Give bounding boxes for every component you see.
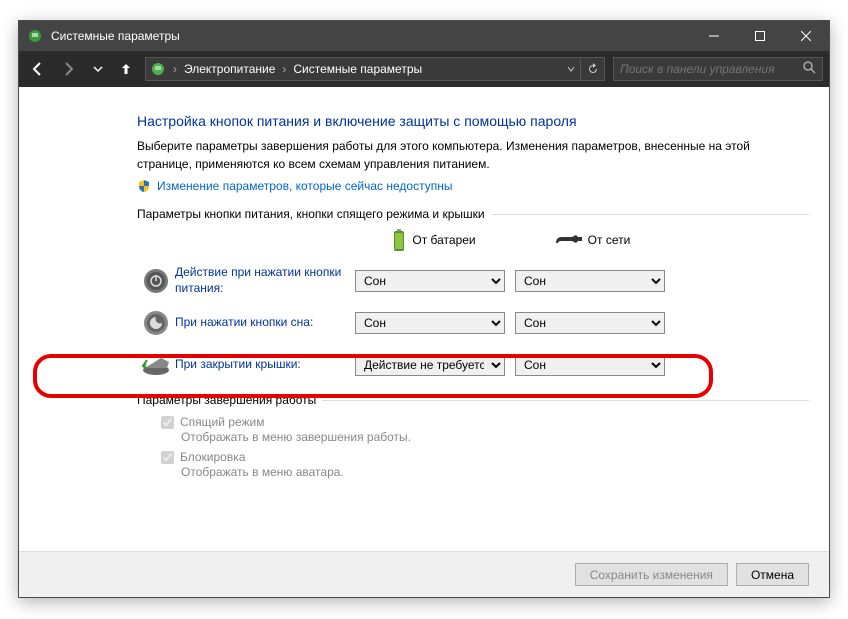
- maximize-button[interactable]: [737, 21, 783, 51]
- power-button-ac-select[interactable]: Сон: [515, 270, 665, 292]
- lid-battery-select[interactable]: Действие не требуется: [355, 354, 505, 376]
- window-title: Системные параметры: [51, 29, 691, 43]
- sleep-button-row: При нажатии кнопки сна: Сон Сон: [137, 303, 809, 343]
- page-title: Настройка кнопок питания и включение защ…: [137, 113, 809, 129]
- cancel-button[interactable]: Отмена: [736, 563, 809, 586]
- power-plan-icon: [150, 61, 166, 77]
- lock-checkbox-label: Блокировка: [180, 450, 245, 464]
- footer: Сохранить изменения Отмена: [19, 551, 829, 597]
- lid-close-row: При закрытии крышки: Действие не требует…: [137, 345, 809, 385]
- admin-settings-link[interactable]: Изменение параметров, которые сейчас нед…: [157, 179, 453, 193]
- breadcrumb: › Электропитание › Системные параметры: [170, 62, 426, 76]
- power-button-row: Действие при нажатии кнопки питания: Сон…: [137, 261, 809, 301]
- refresh-button[interactable]: [580, 58, 604, 80]
- save-button[interactable]: Сохранить изменения: [575, 563, 728, 586]
- sleep-button-icon: [137, 310, 175, 336]
- lock-checkbox-row: Блокировка: [161, 450, 809, 464]
- power-button-icon: [137, 268, 175, 294]
- nav-toolbar: › Электропитание › Системные параметры: [19, 51, 829, 87]
- breadcrumb-item[interactable]: Системные параметры: [289, 62, 426, 76]
- titlebar: Системные параметры: [19, 21, 829, 51]
- section-header: Параметры завершения работы: [137, 393, 809, 407]
- lid-close-icon: [137, 354, 175, 376]
- forward-button[interactable]: [55, 56, 81, 82]
- lock-checkbox: [161, 451, 174, 464]
- sleep-checkbox-row: Спящий режим: [161, 415, 809, 429]
- row-label: При нажатии кнопки сна:: [175, 315, 355, 331]
- system-settings-window: Системные параметры › Электропитание › С…: [18, 20, 830, 598]
- breadcrumb-item[interactable]: Электропитание: [180, 62, 279, 76]
- back-button[interactable]: [25, 56, 51, 82]
- recent-dropdown[interactable]: [85, 56, 111, 82]
- row-label: При закрытии крышки:: [175, 357, 355, 373]
- close-button[interactable]: [783, 21, 829, 51]
- plugged-in-label: От сети: [588, 233, 631, 247]
- chevron-right-icon: ›: [279, 62, 289, 76]
- power-options-icon: [27, 28, 43, 44]
- address-bar[interactable]: › Электропитание › Системные параметры: [145, 57, 605, 81]
- sleep-checkbox-description: Отображать в меню завершения работы.: [181, 430, 809, 444]
- admin-link-row: Изменение параметров, которые сейчас нед…: [137, 179, 809, 193]
- shield-icon: [137, 179, 151, 193]
- battery-icon: [392, 229, 406, 251]
- up-button[interactable]: [115, 56, 137, 82]
- minimize-button[interactable]: [691, 21, 737, 51]
- search-icon: [803, 61, 816, 77]
- column-headers: От батареи От сети: [137, 229, 809, 251]
- sleep-button-battery-select[interactable]: Сон: [355, 312, 505, 334]
- sleep-checkbox-label: Спящий режим: [180, 415, 264, 429]
- power-button-battery-select[interactable]: Сон: [355, 270, 505, 292]
- plug-icon: [554, 233, 582, 247]
- chevron-right-icon: ›: [170, 62, 180, 76]
- on-battery-label: От батареи: [412, 233, 475, 247]
- search-input[interactable]: [620, 62, 803, 76]
- row-label: Действие при нажатии кнопки питания:: [175, 265, 355, 296]
- sleep-checkbox: [161, 416, 174, 429]
- page-description: Выберите параметры завершения работы для…: [137, 137, 757, 173]
- breadcrumb-dropdown[interactable]: [562, 56, 580, 82]
- section-header: Параметры кнопки питания, кнопки спящего…: [137, 207, 809, 221]
- lid-ac-select[interactable]: Сон: [515, 354, 665, 376]
- sleep-button-ac-select[interactable]: Сон: [515, 312, 665, 334]
- search-box[interactable]: [613, 57, 823, 81]
- content-area: Настройка кнопок питания и включение защ…: [19, 89, 829, 597]
- lock-checkbox-description: Отображать в меню аватара.: [181, 465, 809, 479]
